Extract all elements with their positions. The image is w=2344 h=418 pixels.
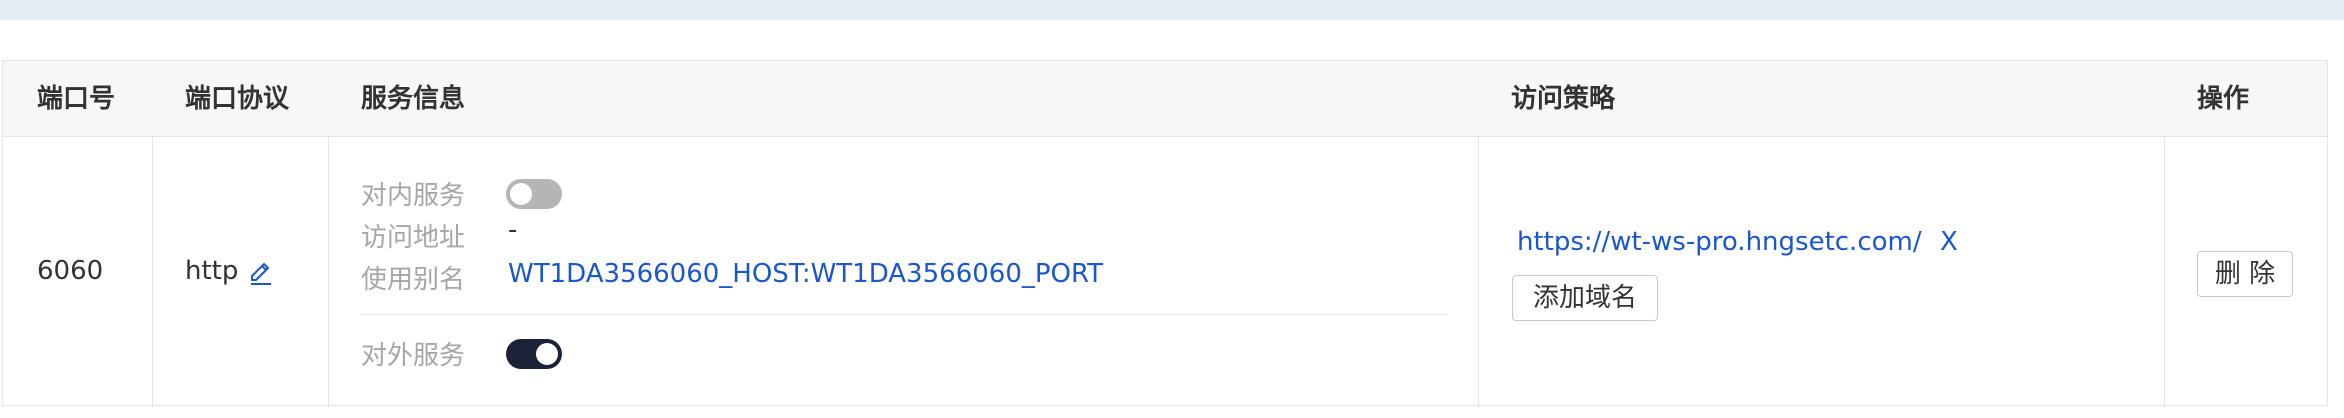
alias-value: WT1DA3566060_HOST:WT1DA3566060_PORT [508, 259, 1104, 289]
service-divider [361, 314, 1447, 315]
column-divider [152, 137, 153, 407]
internal-service-label: 对内服务 [361, 181, 466, 211]
port-number: 6060 [37, 256, 104, 286]
port-table: 端口号 端口协议 服务信息 访问策略 操作 6060 http 对内服务 访问地… [2, 60, 2328, 407]
header-access-policy: 访问策略 [1511, 84, 1616, 114]
top-band [0, 0, 2344, 20]
external-service-toggle[interactable] [506, 339, 562, 369]
header-port: 端口号 [37, 84, 116, 114]
delete-button[interactable]: 删 除 [2197, 251, 2293, 297]
protocol-value: http [185, 256, 239, 286]
pencil-edit-icon[interactable] [247, 257, 275, 285]
toggle-knob [510, 183, 532, 205]
access-address-value: - [508, 215, 518, 245]
external-service-label: 对外服务 [361, 341, 466, 371]
access-address-label: 访问地址 [361, 223, 466, 253]
header-service-info: 服务信息 [361, 84, 466, 114]
close-icon[interactable]: X [1940, 227, 1958, 257]
column-divider [1478, 137, 1479, 407]
internal-service-toggle[interactable] [506, 179, 562, 209]
table-header: 端口号 端口协议 服务信息 访问策略 操作 [3, 61, 2327, 137]
column-divider [2164, 137, 2165, 407]
add-domain-button[interactable]: 添加域名 [1512, 275, 1658, 321]
column-divider [328, 137, 329, 407]
domain-link[interactable]: https://wt-ws-pro.hngsetc.com/ [1517, 227, 1922, 257]
header-protocol: 端口协议 [185, 84, 290, 114]
header-actions: 操作 [2197, 84, 2250, 114]
alias-label: 使用别名 [361, 265, 466, 295]
toggle-knob [536, 343, 558, 365]
